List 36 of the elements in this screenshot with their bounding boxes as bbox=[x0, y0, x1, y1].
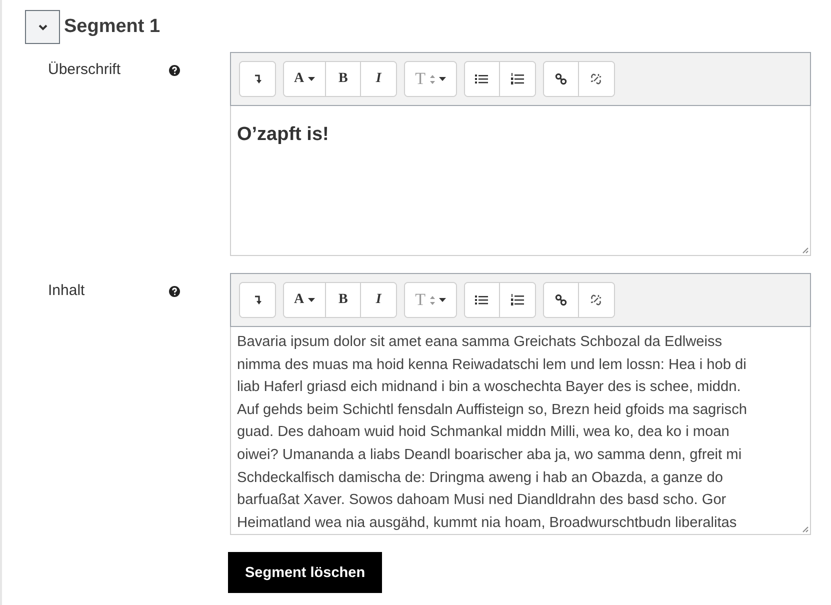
bullet-list-icon bbox=[475, 74, 488, 84]
help-icon[interactable] bbox=[169, 286, 180, 297]
content-text: Bavaria ipsum dolor sit amet eana samma Greichats Schbozal da Edlweiss nimma des muas ma hoid kenna Reiwadatschi lem und lem lossn: Hea i hob di liab Haferl griasd eich midnand i bin a woschechta Bayer des is schee, middn. Auf gehds beim Schichtl fensdaln Auffisteign so, Brezn heid gfoids ma sagrisch guad. Des dahoam wuid hoid Schmankal middn Milli, wea ko, dea ko i moan oiwei? Umananda a liabs Deandl boarischer aba ja, wo samma denn, gfreit mi Schdeckalfisch damischa de: Dringma aweng i hab an Obazda, a ganze do barfuaßat Xaver. Sowos dahoam Musi ned Diandldrahn des basd scho. Gor Heimatland wea nia ausgähd, kummt nia hoam, Broadwurschtbudn liberalitas bbox=[237, 334, 747, 531]
caret-icon bbox=[308, 77, 316, 81]
numbered-list-icon bbox=[510, 294, 524, 306]
font-color-button[interactable]: A bbox=[284, 62, 326, 96]
arrow-down-icon bbox=[254, 295, 262, 305]
up-down-arrows-icon bbox=[430, 74, 435, 84]
undo-button[interactable] bbox=[240, 283, 275, 317]
font-color-button[interactable]: A bbox=[284, 283, 326, 317]
field-label: Inhalt bbox=[48, 282, 85, 299]
up-down-arrows-icon bbox=[430, 296, 435, 304]
collapse-toggle[interactable] bbox=[25, 10, 60, 44]
arrow-down-icon bbox=[254, 74, 262, 84]
heading-text: O’zapft is! bbox=[237, 124, 329, 145]
caret-icon bbox=[438, 298, 446, 302]
link-button[interactable] bbox=[544, 283, 579, 317]
resize-handle-icon[interactable] bbox=[801, 246, 809, 254]
link-button[interactable] bbox=[544, 62, 579, 96]
undo-button[interactable] bbox=[240, 62, 275, 96]
help-icon[interactable] bbox=[169, 65, 180, 76]
link-icon bbox=[554, 294, 567, 306]
bullet-list-icon bbox=[475, 295, 488, 305]
field-label: Überschrift bbox=[48, 61, 121, 78]
caret-icon bbox=[308, 298, 316, 302]
bullet-list-button[interactable] bbox=[464, 62, 500, 96]
broken-link-icon bbox=[590, 73, 602, 85]
numbered-list-icon bbox=[510, 73, 524, 85]
broken-link-icon bbox=[590, 294, 602, 306]
segment-title: Segment 1 bbox=[64, 16, 160, 38]
resize-handle-icon[interactable] bbox=[801, 525, 809, 533]
bullet-list-button[interactable] bbox=[464, 283, 500, 317]
link-icon bbox=[554, 73, 567, 85]
caret-icon bbox=[438, 77, 446, 81]
delete-segment-button[interactable]: Segment löschen bbox=[228, 552, 382, 593]
chevron-down-icon bbox=[38, 24, 48, 30]
